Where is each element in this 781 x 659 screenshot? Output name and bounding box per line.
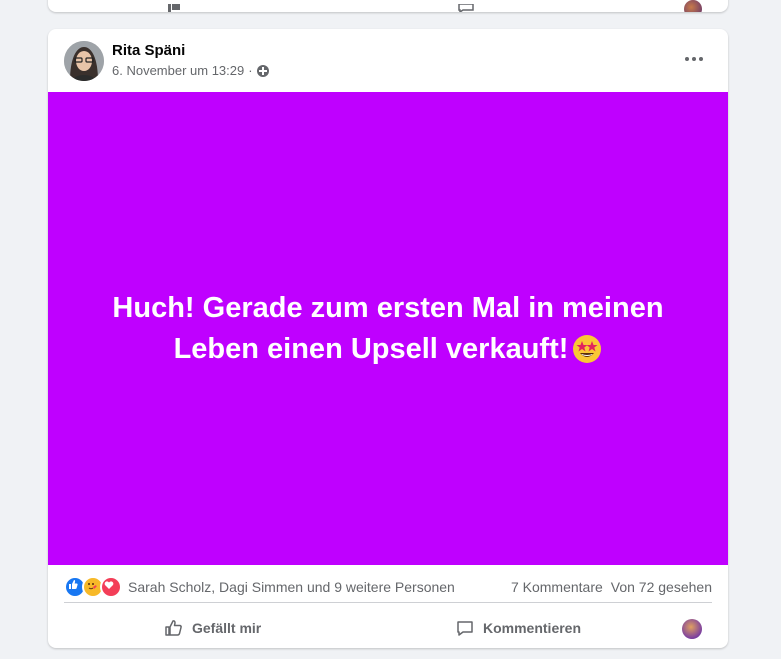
share-avatar[interactable] (682, 619, 702, 639)
love-icon[interactable] (100, 576, 122, 598)
previous-post-actions (48, 0, 728, 12)
thumbs-up-icon (165, 620, 182, 636)
like-button-label: Gefällt mir (192, 620, 262, 636)
previous-post-card (48, 0, 728, 12)
reactions-summary: Sarah Scholz, Dagi Simmen und 9 weitere … (64, 572, 712, 603)
comment-icon (457, 621, 473, 636)
post-card: Rita Späni 6. November um 13:29 · Huch! … (48, 29, 728, 648)
share-avatar[interactable] (684, 0, 702, 12)
author-name[interactable]: Rita Späni (112, 42, 185, 59)
reaction-icons[interactable] (64, 576, 122, 598)
more-options-button[interactable] (676, 47, 712, 71)
post-timestamp[interactable]: 6. November um 13:29 (112, 63, 244, 78)
author-avatar[interactable] (64, 41, 104, 81)
dot-icon (699, 57, 703, 61)
post-text-background: Huch! Gerade zum ersten Mal in meinen Le… (48, 92, 728, 565)
post-meta: 6. November um 13:29 · (112, 63, 269, 78)
comment-icon[interactable] (458, 4, 474, 12)
comments-count[interactable]: 7 Kommentare (511, 579, 603, 595)
reactors-text[interactable]: Sarah Scholz, Dagi Simmen und 9 weitere … (128, 579, 455, 595)
like-icon[interactable] (166, 4, 182, 12)
comment-button-label: Kommentieren (483, 620, 582, 636)
like-button[interactable]: Gefällt mir (164, 618, 261, 638)
star-struck-emoji (573, 334, 602, 363)
post-text: Huch! Gerade zum ersten Mal in meinen Le… (88, 288, 688, 370)
dot-icon (685, 57, 689, 61)
meta-separator: · (248, 63, 253, 78)
engagement-counts: 7 Kommentare Von 72 gesehen (511, 579, 712, 595)
dot-icon (692, 57, 696, 61)
views-count[interactable]: Von 72 gesehen (611, 579, 712, 595)
post-header: Rita Späni 6. November um 13:29 · (48, 29, 728, 92)
comment-button[interactable]: Kommentieren (455, 618, 581, 638)
post-actions: Gefällt mir Kommentieren (64, 610, 712, 646)
avatar-image (64, 41, 104, 81)
globe-icon[interactable] (256, 64, 269, 77)
